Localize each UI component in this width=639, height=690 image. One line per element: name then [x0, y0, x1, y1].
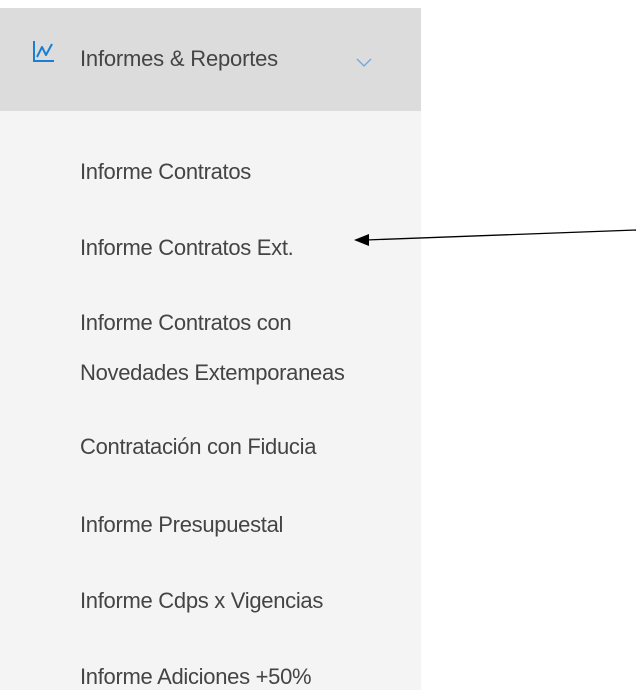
- line-chart-icon: [33, 41, 54, 62]
- arrow-left-icon: [354, 229, 637, 246]
- sidebar-menu: Informes & Reportes Informe Contratos In…: [0, 8, 421, 690]
- submenu-item-informe-contratos-con-line1[interactable]: Informe Contratos con: [80, 300, 292, 346]
- chevron-down-icon[interactable]: [356, 58, 372, 68]
- menu-header-label: Informes & Reportes: [80, 46, 278, 71]
- submenu-item-informe-contratos[interactable]: Informe Contratos: [80, 149, 251, 195]
- submenu-item-contratacion-con-fiducia[interactable]: Contratación con Fiducia: [80, 424, 316, 470]
- submenu-item-informe-contratos-con-line2[interactable]: Novedades Extemporaneas: [80, 350, 345, 396]
- submenu-item-informe-adiciones[interactable]: Informe Adiciones +50%: [80, 654, 312, 690]
- submenu-item-informe-presupuestal[interactable]: Informe Presupuestal: [80, 502, 283, 548]
- menu-header-informes-reportes[interactable]: Informes & Reportes: [0, 8, 421, 111]
- submenu-item-informe-contratos-ext[interactable]: Informe Contratos Ext.: [80, 225, 294, 271]
- submenu-item-informe-cdps-vigencias[interactable]: Informe Cdps x Vigencias: [80, 578, 323, 624]
- page: Informes & Reportes Informe Contratos In…: [0, 0, 639, 690]
